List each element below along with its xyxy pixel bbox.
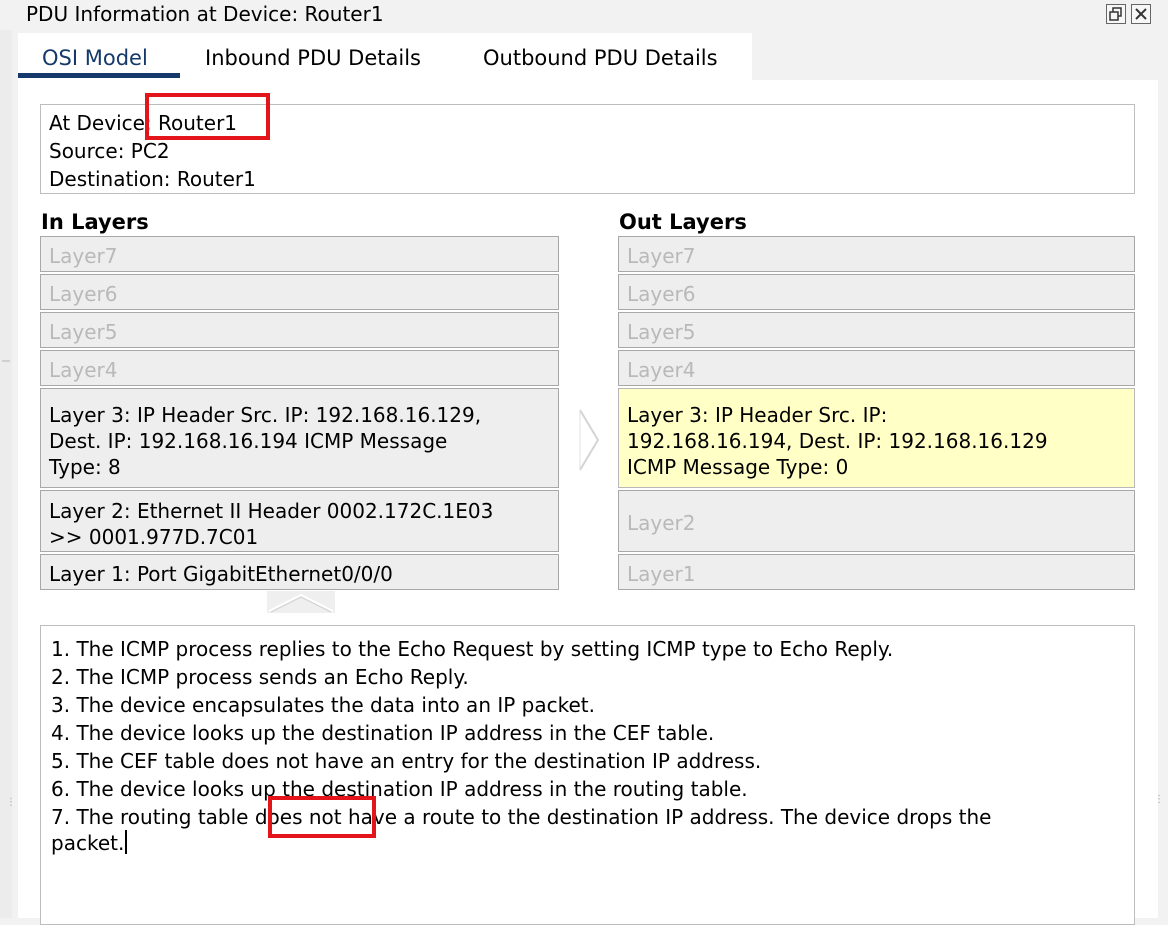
step-line: 3. The device encapsulates the data into… [51, 693, 595, 717]
in-layer-5[interactable]: Layer5 [40, 312, 559, 348]
out-layer-1[interactable]: Layer1 [618, 554, 1135, 590]
in-layer-6[interactable]: Layer6 [40, 274, 559, 310]
chevron-right-icon [579, 409, 600, 471]
left-edge [0, 30, 12, 918]
out-layers-heading: Out Layers [619, 210, 747, 234]
step-line: 5. The CEF table does not have an entry … [51, 749, 762, 773]
close-window-icon[interactable] [1131, 4, 1151, 24]
step-line: 2. The ICMP process sends an Echo Reply. [51, 665, 469, 689]
in-layer-2[interactable]: Layer 2: Ethernet II Header 0002.172C.1E… [40, 490, 559, 552]
out-layer-2[interactable]: Layer2 [618, 490, 1135, 552]
restore-window-icon[interactable] [1106, 4, 1126, 24]
out-layer-6[interactable]: Layer6 [618, 274, 1135, 310]
out-layer-7[interactable]: Layer7 [618, 236, 1135, 272]
in-layer-4[interactable]: Layer4 [40, 350, 559, 386]
in-layer-1[interactable]: Layer 1: Port GigabitEthernet0/0/0 [40, 554, 559, 590]
out-layer-5[interactable]: Layer5 [618, 312, 1135, 348]
step-line: 1. The ICMP process replies to the Echo … [51, 637, 894, 661]
in-layers-heading: In Layers [41, 210, 149, 234]
chevron-up-icon[interactable] [267, 591, 335, 613]
source-line: Source: PC2 [49, 139, 170, 163]
in-layer-7[interactable]: Layer7 [40, 236, 559, 272]
tab-inbound-pdu-details[interactable]: Inbound PDU Details [205, 33, 421, 80]
step-line: 6. The device looks up the destination I… [51, 777, 748, 801]
highlight-box-router1 [145, 93, 270, 140]
in-layer-3[interactable]: Layer 3: IP Header Src. IP: 192.168.16.1… [40, 388, 559, 488]
step-line: 4. The device looks up the destination I… [51, 721, 715, 745]
step-line-end: packet. [51, 829, 128, 857]
out-layer-4[interactable]: Layer4 [618, 350, 1135, 386]
tab-outbound-pdu-details[interactable]: Outbound PDU Details [483, 33, 718, 80]
tab-bar: OSI Model Inbound PDU Details Outbound P… [18, 33, 752, 80]
resize-grip-left[interactable]: ⋮ [6, 798, 16, 808]
process-description-area[interactable]: 1. The ICMP process replies to the Echo … [40, 625, 1135, 925]
destination-line: Destination: Router1 [49, 167, 256, 191]
title-bar: PDU Information at Device: Router1 [0, 0, 1168, 30]
step-line: 7. The routing table does not have a rou… [51, 805, 992, 829]
out-layer-3[interactable]: Layer 3: IP Header Src. IP: 192.168.16.1… [618, 388, 1135, 488]
text-caret [125, 830, 128, 854]
active-tab-indicator [18, 73, 180, 78]
highlight-box-does-not [268, 796, 376, 838]
window-title: PDU Information at Device: Router1 [26, 2, 384, 26]
